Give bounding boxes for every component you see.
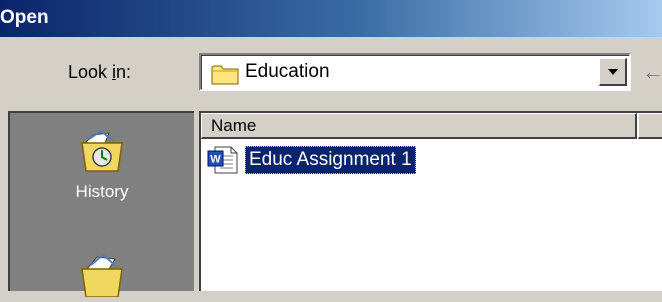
back-arrow-icon: ← xyxy=(642,59,662,84)
column-header-name[interactable]: Name xyxy=(201,113,637,139)
look-in-value: Education xyxy=(245,61,330,82)
folder-icon xyxy=(211,63,239,90)
column-header-label: Name xyxy=(211,116,257,135)
back-button[interactable]: ← xyxy=(642,60,662,84)
places-item-history[interactable]: History xyxy=(10,129,194,202)
my-documents-icon xyxy=(79,253,125,301)
dropdown-arrow-button[interactable] xyxy=(599,58,627,86)
window-title: Open xyxy=(0,7,49,28)
file-name[interactable]: Educ Assignment 1 xyxy=(245,146,416,174)
title-bar[interactable]: Open xyxy=(0,0,662,37)
places-item-label: History xyxy=(75,182,129,201)
column-header-next[interactable] xyxy=(638,113,662,139)
file-list[interactable]: Name W Educ Assignment 1 xyxy=(199,111,662,291)
word-document-icon: W xyxy=(207,146,239,179)
history-icon xyxy=(79,129,125,177)
places-item-my-documents[interactable] xyxy=(10,253,194,302)
look-in-dropdown[interactable]: Education xyxy=(199,53,631,91)
svg-text:W: W xyxy=(210,154,221,166)
chevron-down-icon xyxy=(607,68,618,75)
look-in-label: Look in: xyxy=(68,62,132,82)
places-bar: History xyxy=(8,111,194,298)
